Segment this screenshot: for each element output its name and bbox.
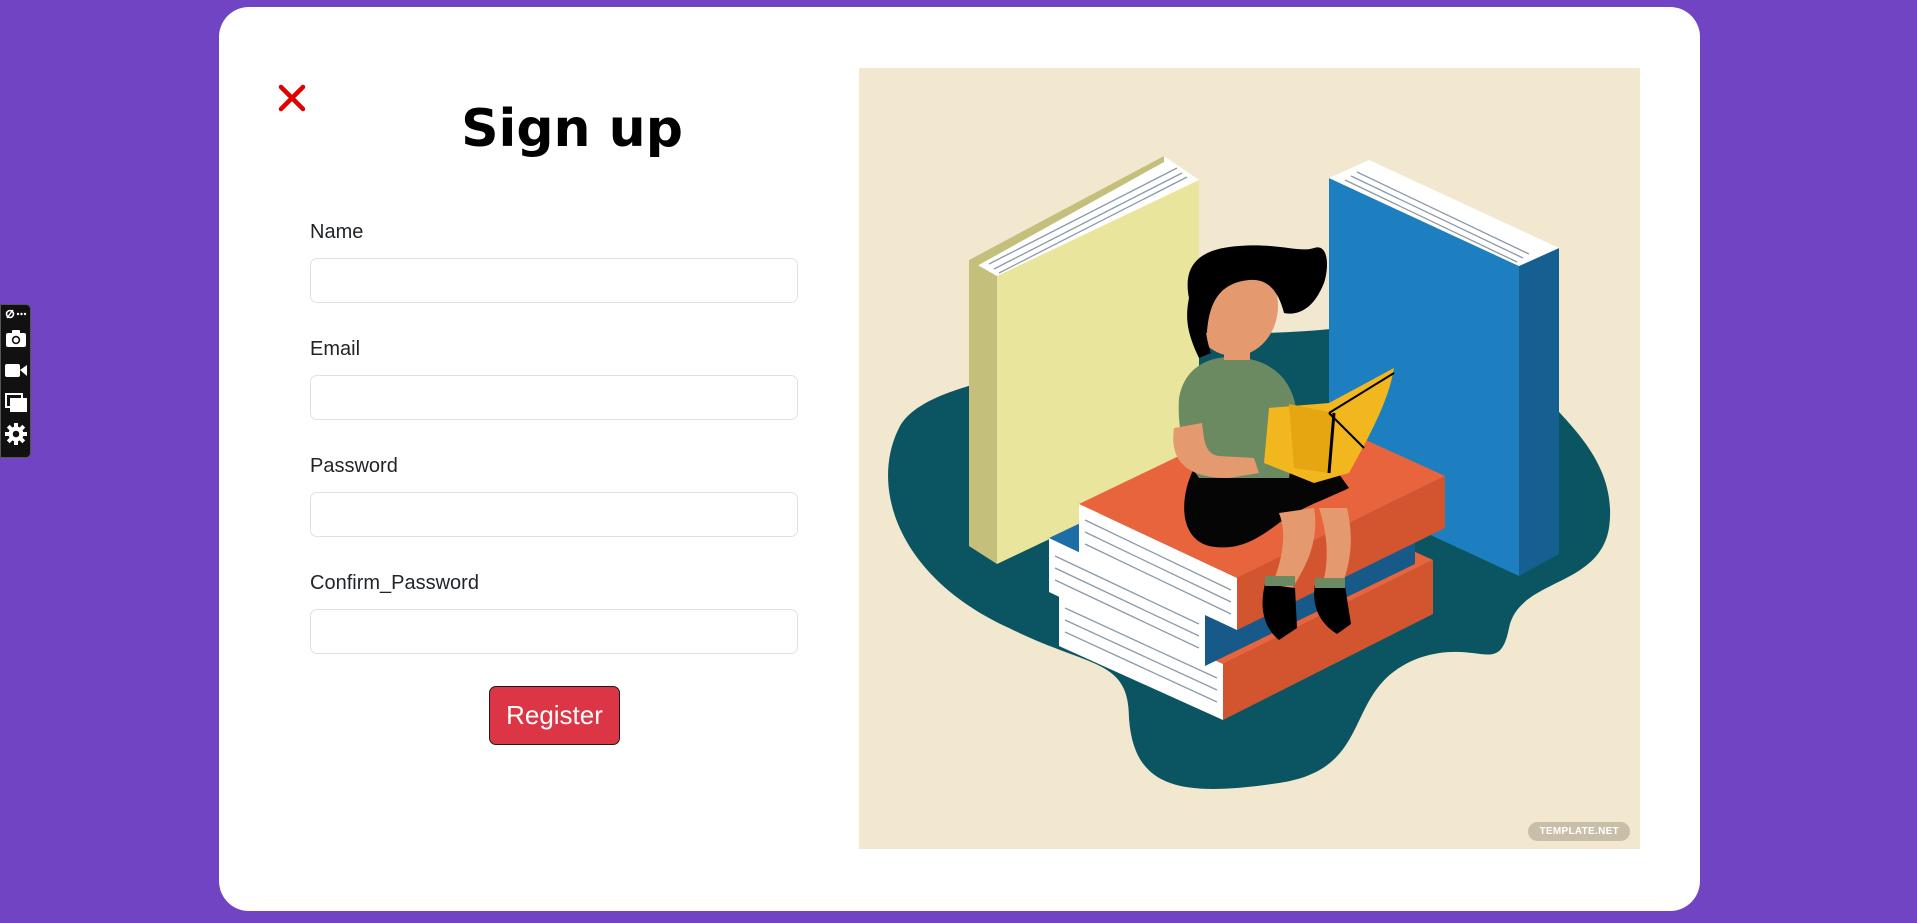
password-input[interactable] [310,492,798,537]
name-input[interactable] [310,258,798,303]
signup-card: Sign up Name Email Password Confirm_Pass… [219,7,1700,911]
video-icon[interactable] [4,358,28,382]
camera-icon[interactable] [4,326,28,350]
email-label: Email [310,338,361,360]
gear-icon[interactable] [4,422,28,446]
email-input[interactable] [310,375,798,420]
side-toolbar [0,304,31,458]
reading-child-illustration: TEMPLATE.NET [859,68,1640,849]
confirm-password-label: Confirm_Password [310,572,479,594]
pin-more-icon[interactable] [4,307,28,321]
confirm-password-input[interactable] [310,609,798,654]
windows-icon[interactable] [4,390,28,414]
watermark: TEMPLATE.NET [1528,822,1630,841]
register-button[interactable]: Register [489,686,620,745]
page-title: Sign up [461,99,683,159]
password-label: Password [310,455,398,477]
name-label: Name [310,221,364,243]
